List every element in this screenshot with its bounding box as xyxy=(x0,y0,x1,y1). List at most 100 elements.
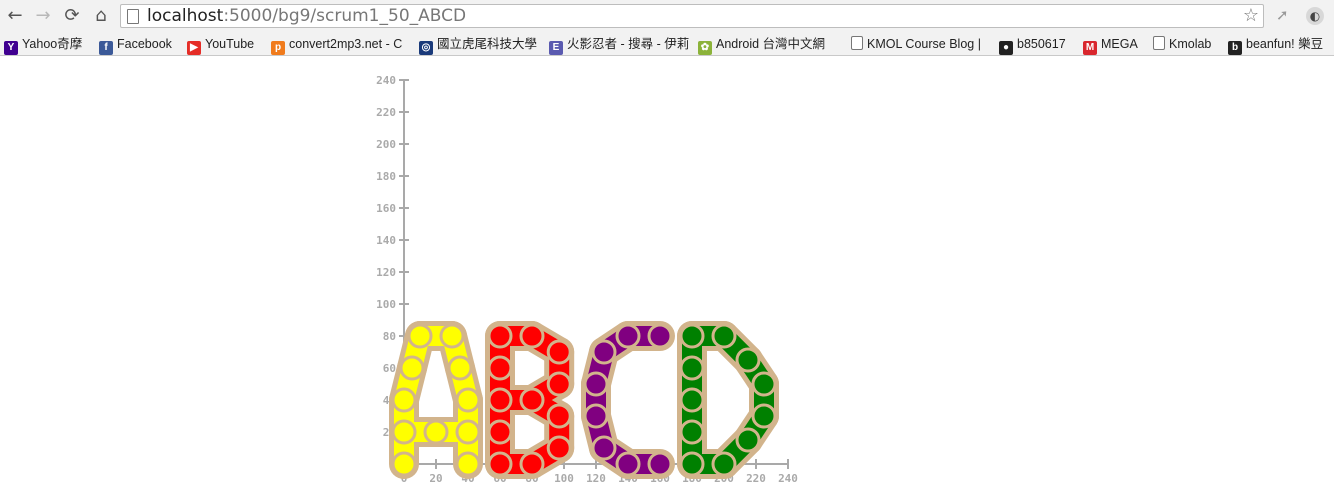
joint-point-d xyxy=(679,451,705,477)
browser-toolbar: ← → ⟳ ⌂ localhost:5000/bg9/scrum1_50_ABC… xyxy=(0,0,1334,32)
bookmark-favicon-icon: p xyxy=(271,41,285,55)
bookmark-label: beanfun! 樂豆 xyxy=(1246,37,1324,51)
bookmark-favicon-icon: b xyxy=(1228,41,1242,55)
url-path: :5000/bg9/scrum1_50_ABCD xyxy=(223,6,467,26)
joint-point-a xyxy=(391,419,417,445)
x-tick-label: 20 xyxy=(429,472,442,485)
bookmark-item[interactable]: ● b850617 xyxy=(999,36,1079,55)
bookmark-favicon-icon xyxy=(851,36,863,50)
page-content: 0204060801001201401601802002202400204060… xyxy=(0,57,1334,499)
bookmark-item[interactable]: Kmolab xyxy=(1153,36,1223,52)
joint-point-b xyxy=(487,355,513,381)
bookmark-item[interactable]: M MEGA xyxy=(1083,36,1148,55)
joint-point-b xyxy=(546,339,572,365)
joint-point-b xyxy=(519,387,545,413)
joint-point-a xyxy=(455,387,481,413)
bookmark-item[interactable]: E 火影忍者 - 搜尋 - 伊莉 xyxy=(549,36,689,55)
url-text[interactable]: localhost:5000/bg9/scrum1_50_ABCD xyxy=(147,6,466,26)
bookmark-item[interactable]: f Facebook xyxy=(99,36,184,55)
joint-point-c xyxy=(647,451,673,477)
joint-point-c xyxy=(591,339,617,365)
bookmark-label: Yahoo奇摩 xyxy=(22,37,83,51)
bookmark-label: 國立虎尾科技大學 xyxy=(437,37,538,51)
joint-point-d xyxy=(679,323,705,349)
bookmark-item[interactable]: KMOL Course Blog | xyxy=(851,36,986,52)
y-tick-label: 140 xyxy=(376,234,396,247)
bookmark-label: Facebook xyxy=(117,37,172,51)
joint-point-b xyxy=(487,419,513,445)
joint-point-b xyxy=(519,323,545,349)
bookmark-label: b850617 xyxy=(1017,37,1066,51)
url-host: localhost xyxy=(147,6,224,26)
joint-point-d xyxy=(751,403,777,429)
y-tick-label: 120 xyxy=(376,266,396,279)
address-bar[interactable]: localhost:5000/bg9/scrum1_50_ABCD ☆ xyxy=(120,4,1264,28)
joint-point-b xyxy=(546,371,572,397)
y-tick-label: 100 xyxy=(376,298,396,311)
bookmark-favicon-icon: f xyxy=(99,41,113,55)
joint-point-c xyxy=(591,435,617,461)
bookmark-item[interactable]: ◎ 國立虎尾科技大學 xyxy=(419,36,544,55)
bookmark-star-icon[interactable]: ☆ xyxy=(1243,5,1259,26)
joint-point-a xyxy=(391,387,417,413)
joint-point-b xyxy=(546,403,572,429)
x-tick-label: 220 xyxy=(746,472,766,485)
joint-point-c xyxy=(647,323,673,349)
joint-point-a xyxy=(399,355,425,381)
bookmark-favicon-icon: ● xyxy=(999,41,1013,55)
joint-point-b xyxy=(519,451,545,477)
bookmark-item[interactable]: b beanfun! 樂豆 xyxy=(1228,36,1334,55)
joint-point-c xyxy=(615,323,641,349)
joint-point-d xyxy=(751,371,777,397)
x-tick-label: 120 xyxy=(586,472,606,485)
joint-point-d xyxy=(679,355,705,381)
joint-point-d xyxy=(735,427,761,453)
bookmark-favicon-icon: E xyxy=(549,41,563,55)
y-tick-label: 220 xyxy=(376,106,396,119)
joint-point-a xyxy=(455,451,481,477)
joint-point-c xyxy=(583,403,609,429)
y-tick-label: 80 xyxy=(383,330,396,343)
joint-point-b xyxy=(546,435,572,461)
joint-point-a xyxy=(423,419,449,445)
bookmarks-bar: Y Yahoo奇摩 f Facebook ▶ YouTube p convert2mp3.ne… xyxy=(0,32,1334,56)
bookmark-favicon-icon xyxy=(1153,36,1165,50)
joint-point-b xyxy=(487,387,513,413)
x-tick-label: 100 xyxy=(554,472,574,485)
joint-point-a xyxy=(447,355,473,381)
x-tick-label: 240 xyxy=(778,472,798,485)
bookmark-item[interactable]: ▶ YouTube xyxy=(187,36,267,55)
bookmark-label: Kmolab xyxy=(1169,37,1212,51)
cursor-extension-icon[interactable]: ➚ xyxy=(1276,6,1289,24)
bookmark-favicon-icon: ◎ xyxy=(419,41,433,55)
page-icon xyxy=(127,9,139,24)
joint-point-b xyxy=(487,323,513,349)
joint-point-d xyxy=(679,387,705,413)
bookmark-label: convert2mp3.net - C xyxy=(289,37,403,51)
y-tick-label: 240 xyxy=(376,74,396,87)
bookmark-label: YouTube xyxy=(205,37,255,51)
joint-point-d xyxy=(711,323,737,349)
reload-icon[interactable]: ⟳ xyxy=(62,6,82,26)
y-tick-label: 160 xyxy=(376,202,396,215)
bookmark-item[interactable]: p convert2mp3.net - C xyxy=(271,36,411,55)
joint-point-a xyxy=(407,323,433,349)
extension-icon[interactable]: ◐ xyxy=(1306,7,1324,25)
forward-arrow-icon[interactable]: → xyxy=(33,6,53,26)
home-icon[interactable]: ⌂ xyxy=(91,6,111,26)
bookmark-favicon-icon: ▶ xyxy=(187,41,201,55)
y-tick-label: 60 xyxy=(383,362,396,375)
joint-point-d xyxy=(679,419,705,445)
bookmark-favicon-icon: Y xyxy=(4,41,18,55)
joint-point-a xyxy=(391,451,417,477)
joint-point-a xyxy=(439,323,465,349)
back-arrow-icon[interactable]: ← xyxy=(5,6,25,26)
abcd-chart: 0204060801001201401601802002202400204060… xyxy=(376,74,798,485)
joint-point-c xyxy=(615,451,641,477)
bookmark-label: MEGA xyxy=(1101,37,1138,51)
bookmark-label: 火影忍者 - 搜尋 - 伊莉 xyxy=(567,37,689,51)
bookmark-item[interactable]: Y Yahoo奇摩 xyxy=(4,36,94,55)
joint-point-b xyxy=(487,451,513,477)
y-tick-label: 180 xyxy=(376,170,396,183)
bookmark-item[interactable]: ✿ Android 台灣中文網 xyxy=(698,36,843,55)
